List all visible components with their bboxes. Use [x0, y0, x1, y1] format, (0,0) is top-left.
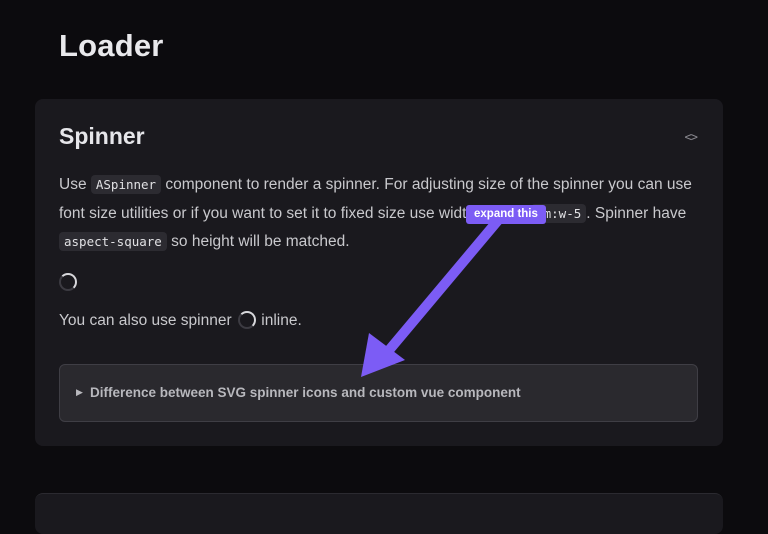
disclosure-triangle-icon: ▶: [76, 387, 83, 397]
spinner-card: Spinner <> Use ASpinner component to ren…: [35, 99, 723, 446]
spinner-icon: [59, 273, 77, 291]
inline-text-before: You can also use spinner: [59, 312, 236, 329]
card-description: Use ASpinner component to render a spinn…: [59, 171, 704, 257]
inline-spinner-icon: [237, 311, 256, 329]
annotation-tooltip: expand this: [466, 205, 546, 224]
inline-code: ASpinner: [90, 175, 162, 194]
code-toggle-icon[interactable]: <>: [685, 130, 698, 144]
desc-text: so height will be matched.: [166, 233, 350, 250]
page-title: Loader: [59, 28, 164, 63]
inline-text-after: inline.: [256, 312, 302, 329]
details-summary-label: Difference between SVG spinner icons and…: [90, 385, 521, 400]
details-summary[interactable]: ▶ Difference between SVG spinner icons a…: [59, 364, 698, 422]
next-card: [35, 493, 723, 534]
desc-text: . Spinner have: [586, 204, 687, 222]
desc-text: Use: [59, 176, 91, 193]
inline-code: aspect-square: [59, 232, 167, 251]
card-title: Spinner: [59, 123, 145, 149]
inline-spinner-text: You can also use spinner inline.: [59, 311, 302, 330]
